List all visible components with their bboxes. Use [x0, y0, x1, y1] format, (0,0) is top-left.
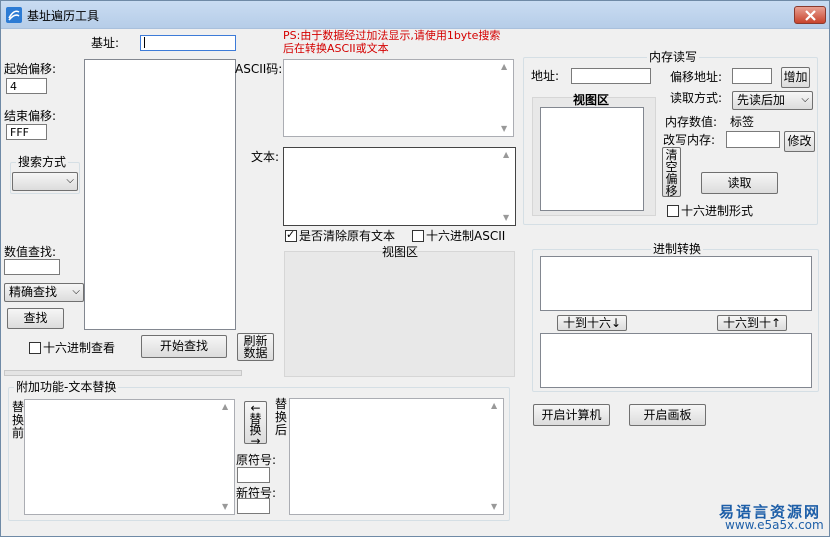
value-search-label: 数值查找: [4, 245, 57, 259]
radix-output-textarea[interactable] [540, 333, 812, 388]
view-area-panel [284, 251, 515, 377]
replace-group-title: 附加功能-文本替换 [14, 380, 119, 394]
text-textarea[interactable]: ▲ ▼ [283, 147, 516, 226]
radix-input-textarea[interactable] [540, 256, 812, 311]
read-mode-label: 读取方式: [670, 91, 723, 105]
text-scrollbar[interactable]: ▲ ▼ [499, 148, 515, 225]
start-search-button[interactable]: 开始查找 [141, 335, 227, 358]
scroll-up-icon: ▲ [503, 150, 510, 159]
base-address-input[interactable] [140, 35, 236, 51]
before-scrollbar[interactable]: ▲ ▼ [218, 400, 234, 514]
modify-button[interactable]: 修改 [784, 131, 815, 152]
checkbox-box [29, 342, 41, 354]
dec-to-hex-button[interactable]: 十到十六↓ [557, 315, 627, 331]
watermark-url: www.e5a5x.com [725, 518, 824, 532]
memory-view-box [540, 107, 644, 211]
app-icon [6, 7, 22, 23]
text-label: 文本: [251, 150, 280, 164]
notice-text: PS:由于数据经过加法显示,请使用1byte搜索后在转换ASCII或文本 [283, 29, 501, 55]
new-symbol-input[interactable] [237, 498, 270, 514]
open-paint-button[interactable]: 开启画板 [629, 404, 706, 426]
search-mode-select[interactable]: ⌵ [12, 172, 78, 191]
match-mode-value: 精确查找 [9, 285, 58, 299]
old-symbol-label: 原符号: [236, 453, 277, 467]
ascii-scrollbar[interactable]: ▲ ▼ [497, 60, 513, 136]
hex-ascii-label: 十六进制ASCII [426, 229, 506, 243]
ascii-label: ASCII码: [235, 62, 283, 76]
scroll-up-icon: ▲ [501, 62, 508, 71]
end-offset-label: 结束偏移: [4, 109, 57, 123]
scroll-up-icon: ▲ [222, 402, 229, 411]
chevron-down-icon: ⌵ [72, 286, 80, 297]
replace-after-textarea[interactable]: ▲ ▼ [289, 398, 504, 515]
progress-bar [4, 370, 242, 376]
offset-address-input[interactable] [732, 68, 772, 84]
window-title: 基址遍历工具 [27, 9, 100, 23]
find-button[interactable]: 查找 [7, 308, 64, 329]
scroll-up-icon: ▲ [491, 401, 498, 410]
title-bar: 基址遍历工具 [1, 1, 829, 29]
write-memory-input[interactable] [726, 131, 780, 148]
match-mode-select[interactable]: 精确查找 ⌵ [4, 283, 84, 302]
clear-offset-button[interactable]: 清空偏移 [662, 147, 681, 197]
old-symbol-input[interactable] [237, 467, 270, 483]
chevron-down-icon: ⌵ [801, 94, 809, 105]
hex-form-checkbox[interactable]: 十六进制形式 [667, 204, 753, 218]
read-mode-value: 先读后加 [737, 93, 786, 107]
read-mode-select[interactable]: 先读后加 ⌵ [732, 91, 813, 110]
checkbox-box [667, 205, 679, 217]
base-address-label: 基址: [91, 36, 120, 50]
refresh-data-button[interactable]: 刷新数据 [237, 333, 274, 361]
address-label: 地址: [531, 69, 560, 83]
close-button[interactable] [794, 6, 826, 24]
ascii-textarea[interactable]: ▲ ▼ [283, 59, 514, 137]
scroll-down-icon: ▼ [491, 502, 498, 511]
value-search-input[interactable] [4, 259, 60, 275]
view-area-label: 视图区 [382, 245, 419, 259]
memory-group-title: 内存读写 [647, 50, 700, 64]
scroll-down-icon: ▼ [222, 502, 229, 511]
radix-group-title: 进制转换 [651, 242, 704, 256]
hex-ascii-checkbox[interactable]: 十六进制ASCII [412, 229, 505, 243]
start-offset-input[interactable]: 4 [6, 78, 47, 94]
clear-text-checkbox[interactable]: 是否清除原有文本 [285, 228, 396, 243]
address-input[interactable] [571, 68, 651, 84]
end-offset-input[interactable]: FFF [6, 124, 47, 140]
open-calculator-button[interactable]: 开启计算机 [533, 404, 610, 426]
checkbox-box [412, 230, 424, 242]
checkbox-box [285, 228, 297, 242]
offset-address-label: 偏移地址: [670, 70, 723, 84]
text-cursor [144, 37, 145, 48]
write-memory-label: 改写内存: [663, 133, 716, 147]
hex-form-label: 十六进制形式 [681, 204, 754, 218]
replace-before-textarea[interactable]: ▲ ▼ [24, 399, 235, 515]
read-button[interactable]: 读取 [701, 172, 778, 194]
scroll-down-icon: ▼ [501, 124, 508, 133]
clear-text-label: 是否清除原有文本 [299, 229, 396, 243]
add-button[interactable]: 增加 [781, 67, 810, 88]
scroll-down-icon: ▼ [503, 213, 510, 222]
hex-view-checkbox[interactable]: 十六进制查看 [29, 341, 115, 355]
replace-after-label: 替换后 [274, 397, 287, 437]
replace-button[interactable]: ←替换→ [244, 401, 267, 447]
result-list[interactable] [84, 59, 236, 330]
mem-value-label: 内存数值: [665, 115, 718, 129]
after-scrollbar[interactable]: ▲ ▼ [487, 399, 503, 514]
close-icon [805, 10, 816, 21]
main-window: 基址遍历工具 基址: 起始偏移: 4 结束偏移: FFF 搜索方式 ⌵ 数值查找… [0, 0, 830, 537]
replace-before-label: 替换前 [11, 400, 24, 440]
hex-view-label: 十六进制查看 [43, 341, 116, 355]
chevron-down-icon: ⌵ [66, 175, 74, 186]
mem-value: 标签 [730, 115, 755, 129]
memory-view-label: 视图区 [573, 93, 610, 107]
search-mode-label: 搜索方式 [16, 155, 69, 169]
hex-to-dec-button[interactable]: 十六到十↑ [717, 315, 787, 331]
start-offset-label: 起始偏移: [4, 62, 57, 76]
